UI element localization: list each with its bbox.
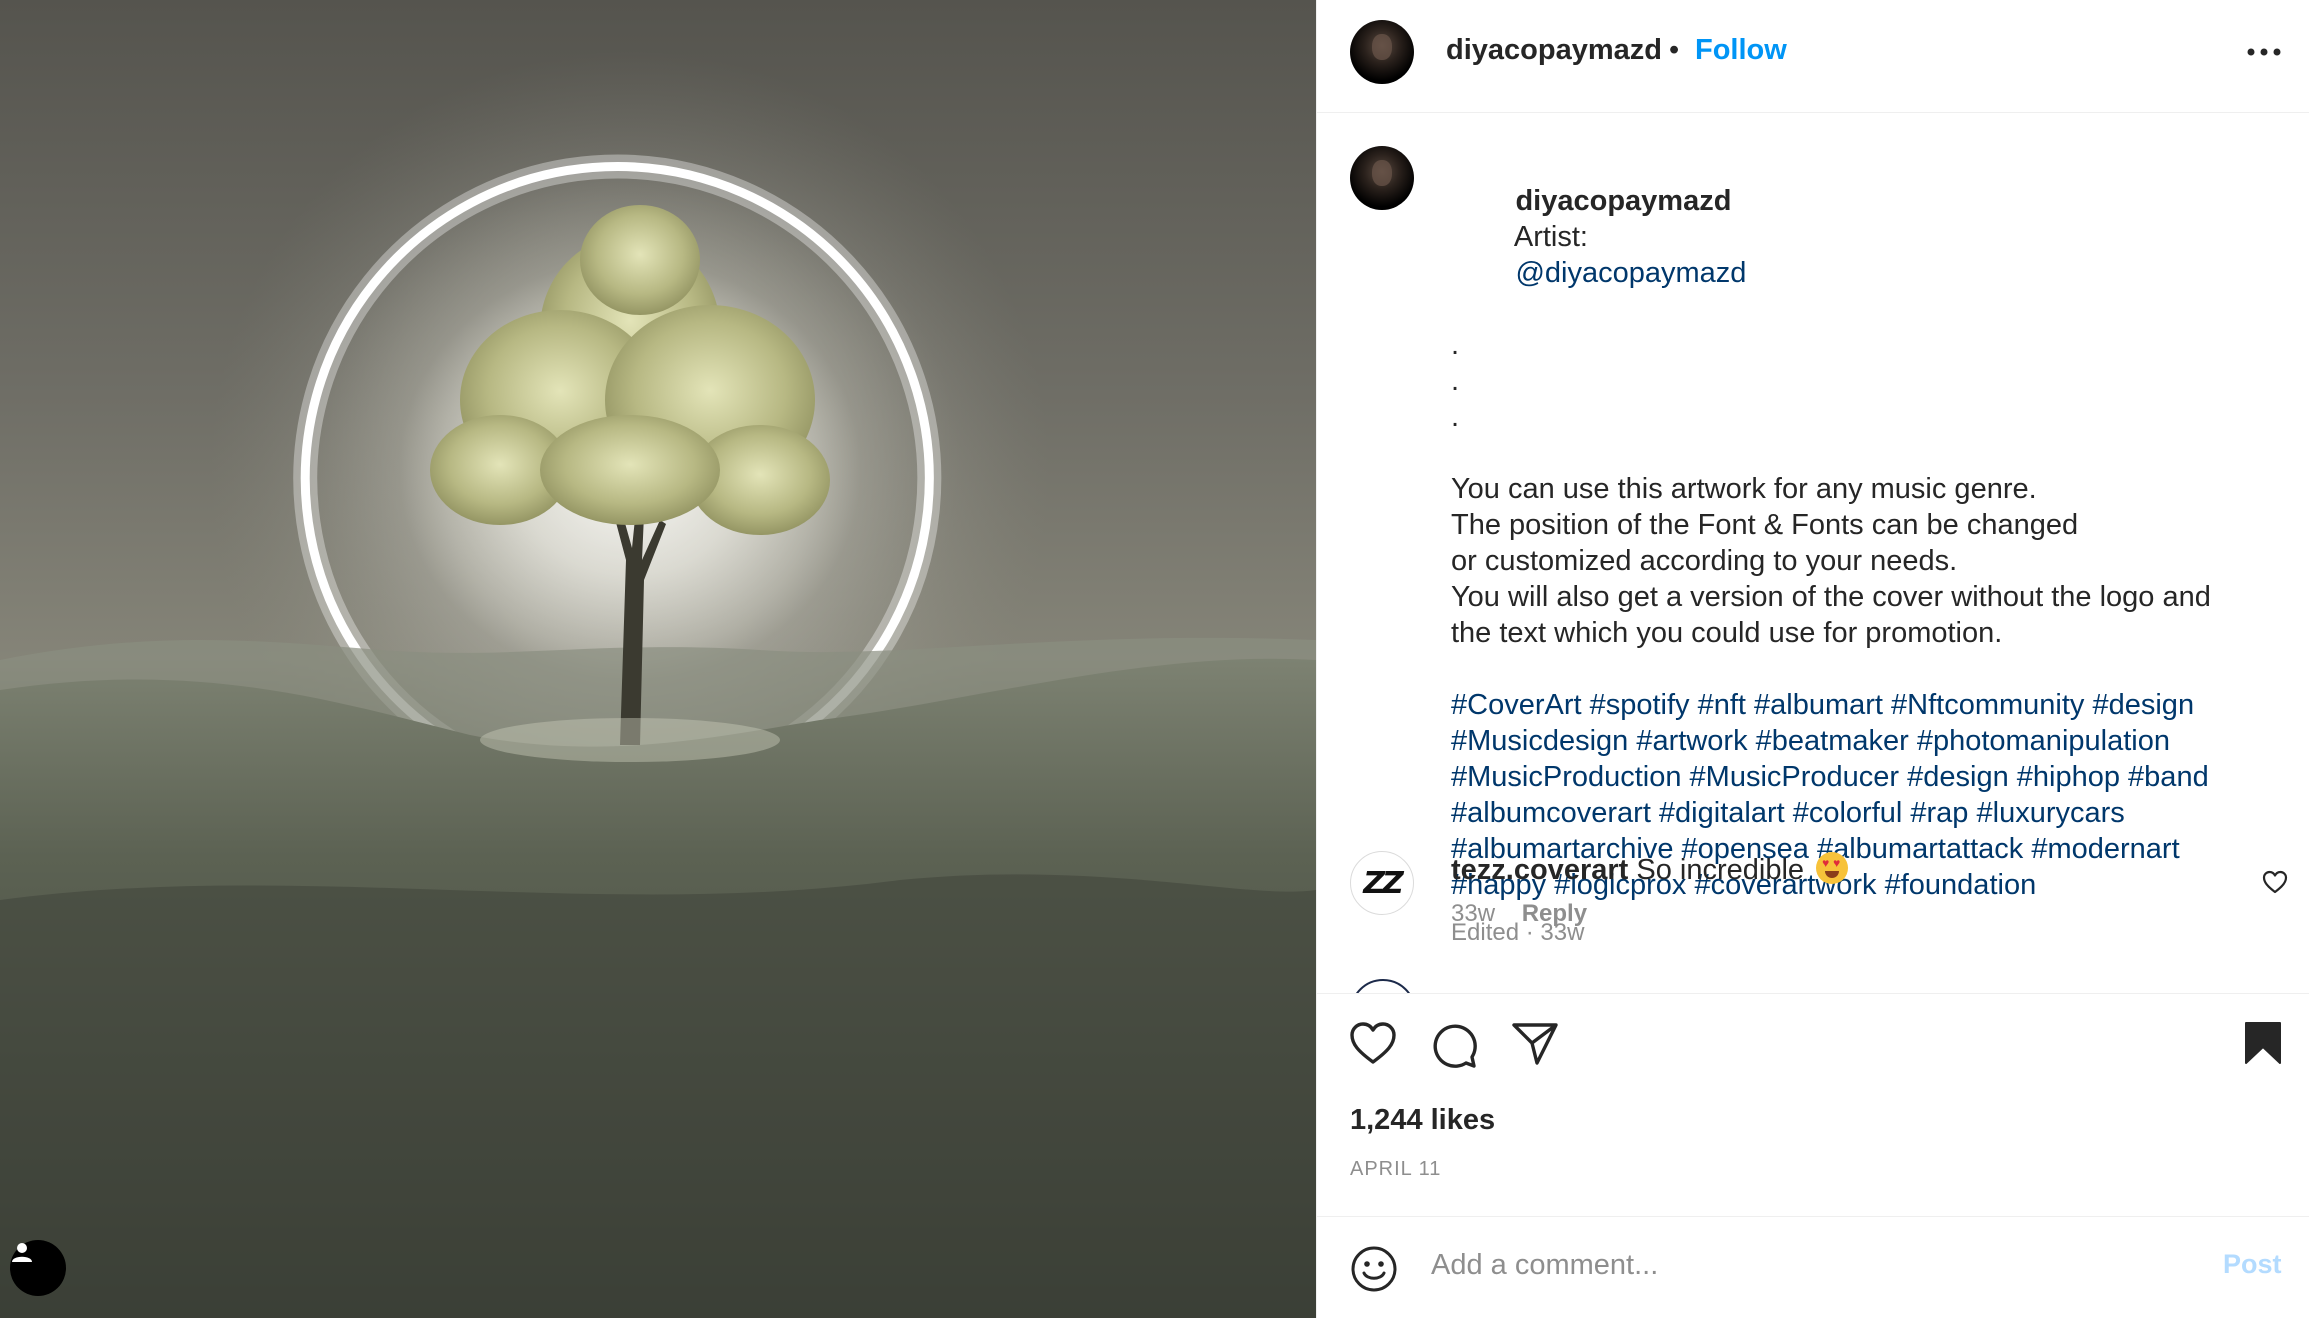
- more-horizontal-icon: [2247, 48, 2281, 56]
- share-button[interactable]: [1511, 1022, 1559, 1071]
- hashtags-line[interactable]: #Musicdesign #artwork #beatmaker #photom…: [1451, 723, 2271, 759]
- author-avatar[interactable]: [1350, 20, 1414, 84]
- comments-section[interactable]: diyacopaymazd Artist: @diyacopaymazd . .…: [1317, 113, 2309, 993]
- hashtags-line[interactable]: #albumcoverart #digitalart #colorful #ra…: [1451, 795, 2271, 831]
- caption-dot: .: [1451, 365, 1460, 397]
- emoji-picker-button[interactable]: [1350, 1245, 1398, 1298]
- caption-line: The position of the Font & Fonts can be …: [1451, 509, 2079, 541]
- comment-bubble-icon: [1433, 1024, 1477, 1068]
- like-button[interactable]: [1349, 1021, 1397, 1070]
- post-side-panel: diyacopaymazd • Follow diyacopaymazd Art…: [1316, 0, 2309, 1318]
- reply-button[interactable]: Reply: [1522, 900, 1587, 927]
- commenter-avatar[interactable]: ZZ: [1350, 851, 1414, 915]
- comment-time: 33w: [1451, 900, 1496, 927]
- hashtags-line[interactable]: #MusicProduction #MusicProducer #design …: [1451, 759, 2271, 795]
- likes-count[interactable]: 1,244 likes: [1350, 1104, 1495, 1137]
- heart-icon: [1350, 1022, 1396, 1064]
- next-comment-avatar[interactable]: [1350, 979, 1412, 993]
- caption-line: You will also get a version of the cover…: [1451, 581, 2211, 613]
- caption-line: the text which you could use for promoti…: [1451, 617, 2003, 649]
- heart-outline-icon: [2262, 870, 2288, 894]
- user-icon: [12, 1243, 32, 1262]
- caption-artist-label: Artist:: [1513, 221, 1588, 253]
- caption-dot: .: [1451, 329, 1460, 361]
- hashtags-line[interactable]: #CoverArt #spotify #nft #albumart #Nftco…: [1451, 687, 2271, 723]
- save-button[interactable]: [2243, 1021, 2283, 1070]
- caption-author-avatar[interactable]: [1350, 146, 1414, 210]
- caption-dot: .: [1451, 401, 1460, 433]
- post-comment-button[interactable]: Post: [2223, 1249, 2282, 1280]
- commenter-username[interactable]: tezz.coverart: [1451, 854, 1628, 886]
- post-actions: 1,244 likes April 11 Post: [1317, 993, 2309, 1319]
- more-options-button[interactable]: [2242, 38, 2286, 66]
- caption-username[interactable]: diyacopaymazd: [1515, 185, 1731, 217]
- post-artwork: [0, 0, 1316, 1318]
- caption-line: or customized according to your needs.: [1451, 545, 1958, 577]
- bookmark-filled-icon: [2245, 1022, 2281, 1064]
- follow-button[interactable]: Follow: [1695, 34, 1787, 67]
- post-date: April 11: [1350, 1158, 1442, 1180]
- header-separator: •: [1669, 34, 1680, 66]
- artist-mention-link[interactable]: @diyacopaymazd: [1515, 257, 1746, 289]
- post-caption: diyacopaymazd Artist: @diyacopaymazd . .…: [1451, 147, 2271, 951]
- comment-button[interactable]: [1430, 1021, 1478, 1074]
- heart-eyes-emoji-icon: [1816, 852, 1849, 884]
- comment-item: ZZ tezz.coverart So incredible 33w Reply: [1317, 848, 2309, 958]
- add-comment-bar: Post: [1317, 1216, 2309, 1320]
- comment-input[interactable]: [1429, 1239, 2153, 1291]
- comment-text: So incredible: [1636, 854, 1805, 886]
- comment-like-button[interactable]: [2262, 870, 2288, 899]
- author-username[interactable]: diyacopaymazd: [1446, 34, 1662, 67]
- post-image[interactable]: [0, 0, 1316, 1318]
- send-paper-plane-icon: [1512, 1023, 1558, 1065]
- user-profile-button[interactable]: [10, 1240, 66, 1296]
- post-header: diyacopaymazd • Follow: [1317, 0, 2309, 113]
- smiley-icon: [1351, 1246, 1397, 1292]
- caption-line: You can use this artwork for any music g…: [1451, 473, 2037, 505]
